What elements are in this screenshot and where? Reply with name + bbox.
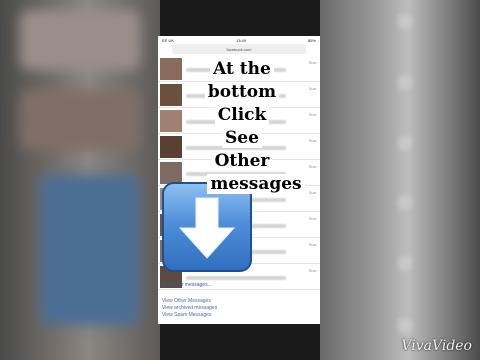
battery-label: 85% <box>307 37 316 43</box>
avatar <box>160 110 182 132</box>
carrier-label: EE UK <box>162 37 175 43</box>
caption-line: messages <box>207 174 305 194</box>
blurred-background-left <box>0 0 160 360</box>
message-date: Sun <box>308 242 316 247</box>
caption-line: Click <box>214 105 270 125</box>
message-date: Sun <box>308 268 316 273</box>
avatar <box>160 84 182 106</box>
url-text: facebook.com <box>226 46 252 52</box>
avatar <box>160 162 182 184</box>
time-label: 13:49 <box>235 37 246 43</box>
view-spam-messages-link[interactable]: View Spam Messages <box>162 312 217 319</box>
status-bar: EE UK 13:49 85% <box>158 36 320 44</box>
message-date: Sun <box>308 112 316 117</box>
message-date: Sun <box>308 164 316 169</box>
caption-line: At the <box>210 59 274 79</box>
vivavideo-watermark: VivaVideo <box>401 338 472 354</box>
url-bar[interactable]: facebook.com <box>172 44 306 54</box>
message-date: Sun <box>308 216 316 221</box>
view-other-messages-link[interactable]: View Other Messages <box>162 298 217 305</box>
caption-line: Other <box>211 151 273 171</box>
message-date: Sun <box>308 138 316 143</box>
message-date: Sun <box>308 60 316 65</box>
view-archived-messages-link[interactable]: View archived messages <box>162 305 217 312</box>
footer-links: View Other Messages View archived messag… <box>162 298 217 319</box>
message-snippet <box>186 276 286 280</box>
blurred-background-right <box>320 0 480 360</box>
see-older-messages-link[interactable]: See older messages... <box>162 282 212 288</box>
caption-line: bottom <box>204 82 280 102</box>
avatar <box>160 136 182 158</box>
caption-line: See <box>222 128 262 148</box>
avatar <box>160 58 182 80</box>
instruction-caption: At the bottom Click See Other messages <box>190 58 305 196</box>
message-date: Sun <box>308 86 316 91</box>
